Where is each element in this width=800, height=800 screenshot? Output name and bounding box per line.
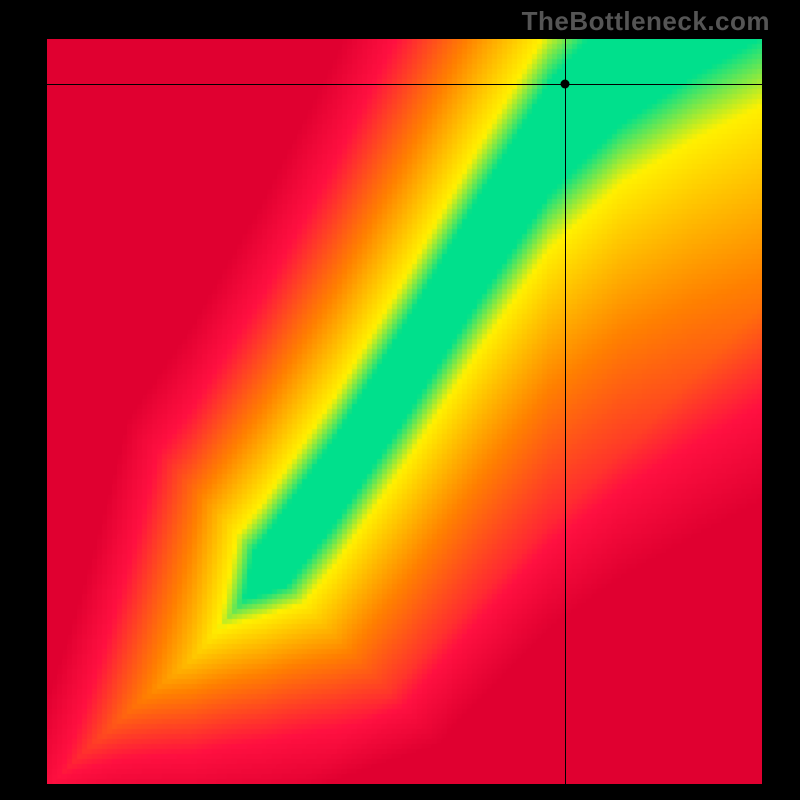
crosshair-horizontal [47, 84, 762, 85]
selection-marker [561, 79, 570, 88]
chart-frame: TheBottleneck.com [0, 0, 800, 800]
heatmap-canvas [47, 39, 762, 784]
crosshair-vertical [565, 39, 566, 784]
heatmap-plot [47, 39, 762, 784]
watermark-text: TheBottleneck.com [522, 6, 770, 37]
